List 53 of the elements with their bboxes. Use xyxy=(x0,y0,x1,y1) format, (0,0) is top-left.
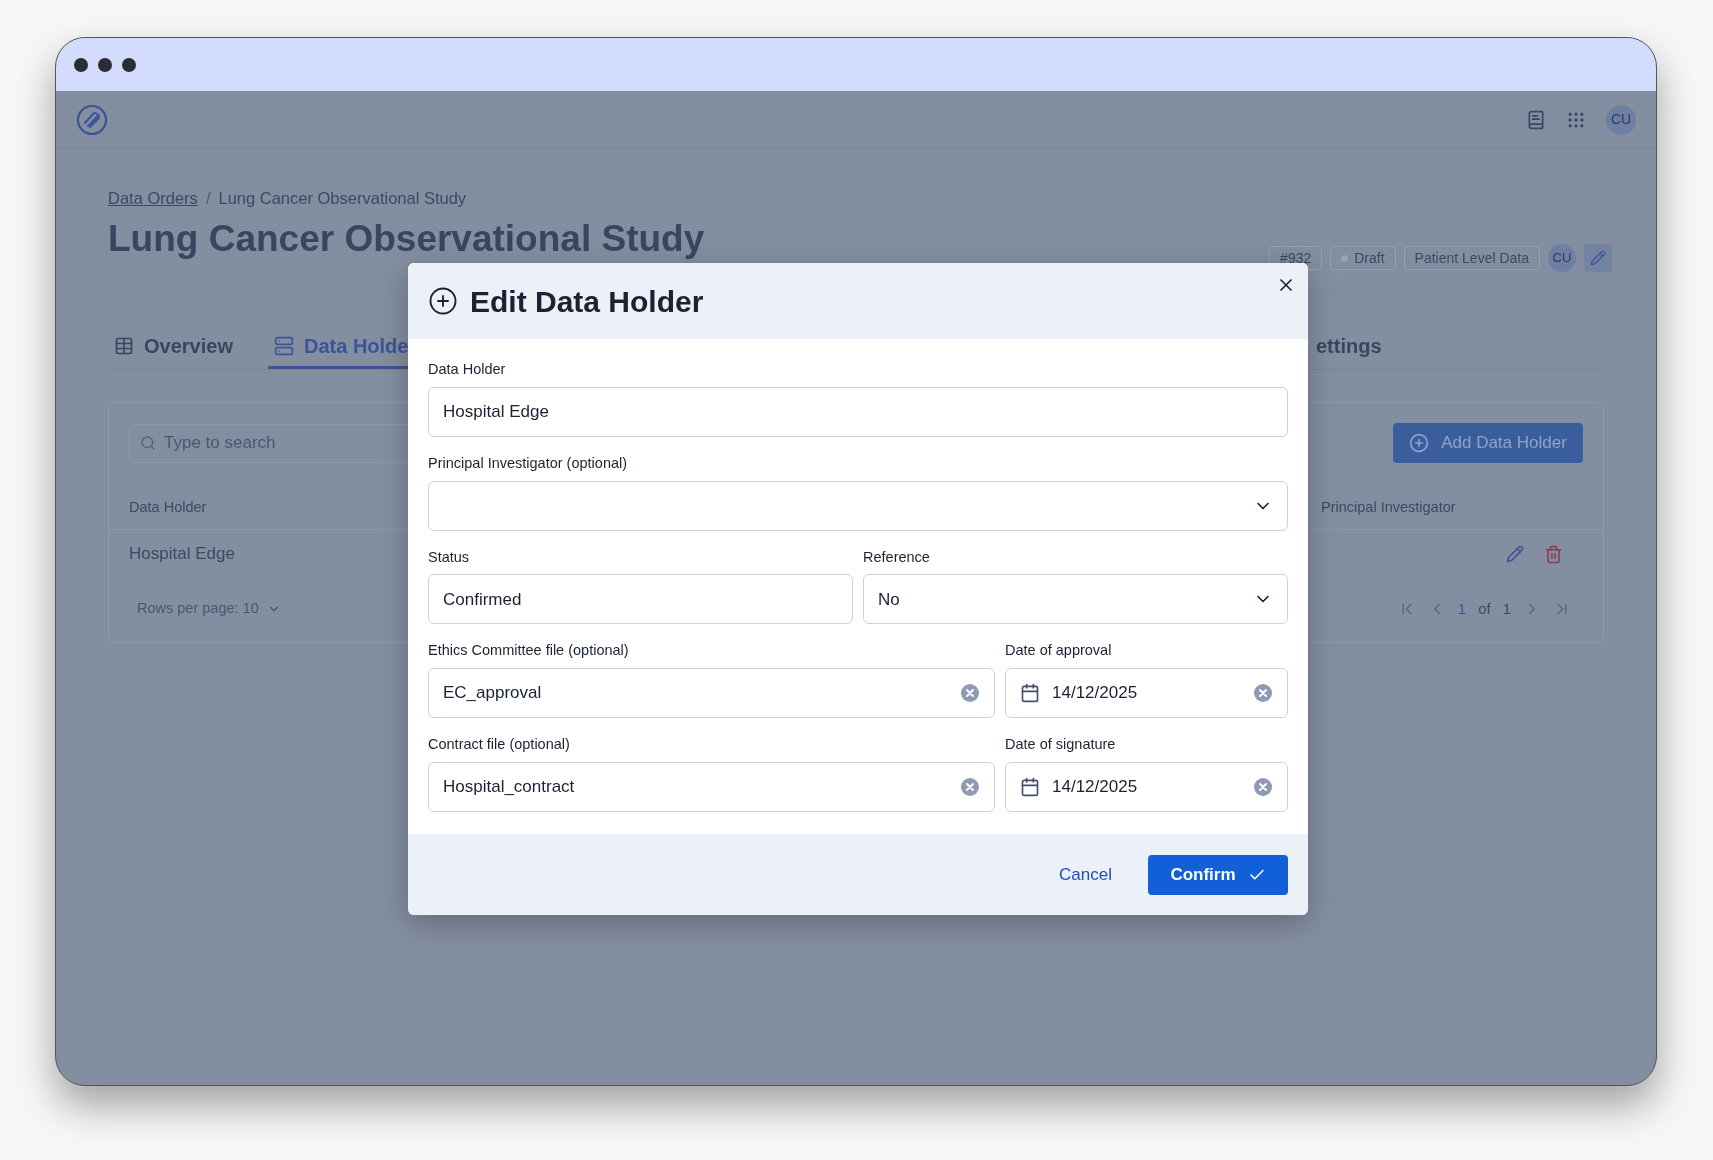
trash-icon[interactable] xyxy=(1544,544,1563,564)
field-label: Date of signature xyxy=(1005,735,1117,754)
total-pages: 1 xyxy=(1502,599,1511,619)
text-field[interactable]: Confirmed xyxy=(428,574,853,625)
column-header: Principal Investigator xyxy=(1321,499,1456,515)
clear-icon[interactable] xyxy=(1253,683,1273,703)
page-of-text: of xyxy=(1478,599,1491,619)
field-label: Ethics Committee file (optional) xyxy=(428,641,630,661)
table-icon xyxy=(114,335,134,356)
file-field[interactable]: EC_approval xyxy=(428,668,995,718)
user-avatar[interactable]: CU xyxy=(1606,104,1636,135)
date-field[interactable]: 14/12/2025 xyxy=(1005,668,1288,718)
pencil-icon xyxy=(1590,250,1606,266)
dialog-title: Edit Data Holder xyxy=(470,283,704,320)
cancel-button[interactable]: Cancel xyxy=(1051,854,1120,895)
field-label: Status xyxy=(428,547,471,567)
pencil-icon[interactable] xyxy=(1506,544,1524,563)
table-cell: Hospital Edge xyxy=(129,544,235,564)
tag: Patient Level Data xyxy=(1403,246,1540,270)
field-label: Reference xyxy=(863,547,931,567)
calendar-icon xyxy=(1020,776,1040,797)
field-label: Data Holder xyxy=(428,360,507,379)
file-field[interactable]: Hospital_contract xyxy=(428,761,995,812)
plus-circle-icon xyxy=(428,286,458,316)
owner-avatar[interactable]: CU xyxy=(1548,244,1576,272)
column-header: Data Holder xyxy=(129,499,207,515)
tab[interactable]: Overview xyxy=(108,325,268,369)
window-control-icon[interactable] xyxy=(98,57,112,72)
window-control-icon[interactable] xyxy=(122,57,136,72)
clear-icon[interactable] xyxy=(960,776,980,797)
select-field[interactable]: No xyxy=(863,574,1288,625)
plus-circle-icon xyxy=(1409,433,1430,453)
text-field[interactable]: Hospital Edge xyxy=(428,386,1288,437)
search-icon xyxy=(140,435,156,451)
current-page: 1 xyxy=(1457,599,1467,619)
page-title: Lung Cancer Observational Study xyxy=(108,216,705,261)
logo-icon[interactable] xyxy=(76,103,108,136)
tab[interactable]: ettings xyxy=(1310,325,1450,369)
confirm-button[interactable]: Confirm xyxy=(1148,854,1288,895)
field-label: Date of approval xyxy=(1005,641,1113,661)
edit-button[interactable] xyxy=(1584,244,1612,272)
breadcrumb-item: Lung Cancer Observational Study xyxy=(218,188,467,209)
breadcrumb-separator: / xyxy=(205,188,211,209)
clear-icon[interactable] xyxy=(1253,776,1273,797)
select-field[interactable] xyxy=(428,480,1288,531)
book-icon[interactable] xyxy=(1526,109,1546,130)
server-icon xyxy=(274,335,294,356)
status-badge: Draft xyxy=(1330,246,1396,270)
field-label: Contract file (optional) xyxy=(428,735,571,754)
date-field[interactable]: 14/12/2025 xyxy=(1005,761,1288,812)
clear-icon[interactable] xyxy=(960,683,980,703)
calendar-icon xyxy=(1020,683,1040,703)
window-control-icon[interactable] xyxy=(74,57,88,72)
